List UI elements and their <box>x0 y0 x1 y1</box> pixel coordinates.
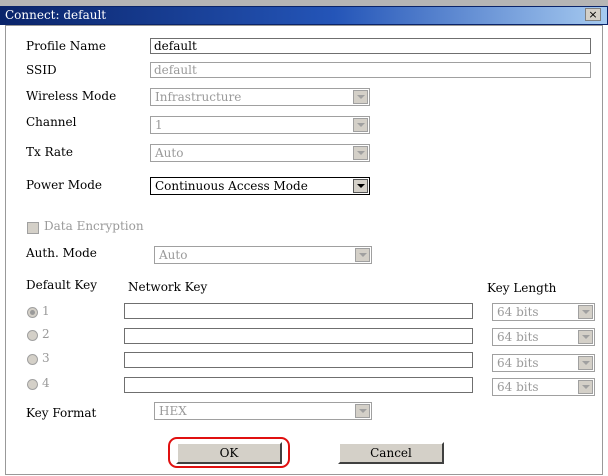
key-length-select-3[interactable]: 64 bits <box>492 354 595 372</box>
key-length-select-1[interactable]: 64 bits <box>492 303 595 321</box>
key-format-value: HEX <box>159 404 187 418</box>
cancel-button[interactable]: Cancel <box>338 442 444 464</box>
key-length-value-2: 64 bits <box>497 330 539 344</box>
power-mode-label: Power Mode <box>26 178 103 192</box>
auth-mode-value: Auto <box>159 248 188 262</box>
chevron-down-icon <box>357 123 365 127</box>
channel-value: 1 <box>155 118 163 132</box>
profile-name-input[interactable]: default <box>150 38 591 54</box>
channel-select[interactable]: 1 <box>150 116 370 134</box>
network-key-label: Network Key <box>128 280 208 294</box>
close-button[interactable]: × <box>585 8 601 21</box>
key-format-select[interactable]: HEX <box>154 402 372 420</box>
title-bar: Connect: default × <box>0 6 608 25</box>
dropdown-button[interactable] <box>578 356 593 370</box>
key-length-label: Key Length <box>487 281 557 295</box>
dropdown-button[interactable] <box>578 330 593 344</box>
key-index-1: 1 <box>42 304 50 318</box>
power-mode-value: Continuous Access Mode <box>155 179 308 193</box>
dropdown-button[interactable] <box>578 380 593 394</box>
default-key-label: Default Key <box>26 278 98 292</box>
key-length-value-3: 64 bits <box>497 356 539 370</box>
dropdown-button[interactable] <box>355 248 370 262</box>
wireless-mode-value: Infrastructure <box>155 90 242 104</box>
data-encryption-label: Data Encryption <box>44 219 144 233</box>
key-length-select-2[interactable]: 64 bits <box>492 328 595 346</box>
default-key-radio-2[interactable] <box>27 330 38 341</box>
chevron-down-icon <box>582 310 590 314</box>
tx-rate-select[interactable]: Auto <box>150 144 370 162</box>
default-key-radio-3[interactable] <box>27 354 38 365</box>
dropdown-button[interactable] <box>353 118 368 132</box>
key-format-label: Key Format <box>26 406 97 420</box>
chevron-down-icon <box>582 335 590 339</box>
chevron-down-icon <box>357 184 365 188</box>
network-key-input-2[interactable] <box>124 328 473 344</box>
chevron-down-icon <box>582 361 590 365</box>
dropdown-button[interactable] <box>578 305 593 319</box>
close-icon: × <box>588 8 598 21</box>
chevron-down-icon <box>357 151 365 155</box>
chevron-down-icon <box>359 409 367 413</box>
data-encryption-checkbox[interactable] <box>27 222 39 234</box>
tx-rate-label: Tx Rate <box>26 145 73 159</box>
chevron-down-icon <box>359 253 367 257</box>
auth-mode-select[interactable]: Auto <box>154 246 372 264</box>
network-key-input-4[interactable] <box>124 377 473 393</box>
chevron-down-icon <box>357 95 365 99</box>
key-index-3: 3 <box>42 351 50 365</box>
tx-rate-value: Auto <box>155 146 184 160</box>
default-key-radio-1[interactable] <box>27 307 38 318</box>
profile-name-label: Profile Name <box>26 39 106 53</box>
auth-mode-label: Auth. Mode <box>26 246 97 260</box>
radio-selected-dot <box>30 310 35 315</box>
default-key-radio-4[interactable] <box>27 379 38 390</box>
ok-button[interactable]: OK <box>176 442 282 464</box>
wireless-mode-label: Wireless Mode <box>26 89 117 103</box>
key-length-select-4[interactable]: 64 bits <box>492 378 595 396</box>
dropdown-button[interactable] <box>353 146 368 160</box>
key-length-value-1: 64 bits <box>497 305 539 319</box>
channel-label: Channel <box>26 115 77 129</box>
power-mode-select[interactable]: Continuous Access Mode <box>150 177 370 195</box>
ssid-input[interactable]: default <box>150 62 591 78</box>
key-length-value-4: 64 bits <box>497 380 539 394</box>
chevron-down-icon <box>582 385 590 389</box>
dropdown-button[interactable] <box>355 404 370 418</box>
ssid-label: SSID <box>26 63 57 77</box>
key-index-2: 2 <box>42 327 50 341</box>
dropdown-button[interactable] <box>353 179 368 193</box>
key-index-4: 4 <box>42 376 50 390</box>
network-key-input-1[interactable] <box>124 303 473 319</box>
network-key-input-3[interactable] <box>124 352 473 368</box>
wireless-mode-select[interactable]: Infrastructure <box>150 88 370 106</box>
window-title: Connect: default <box>5 8 107 22</box>
dropdown-button[interactable] <box>353 90 368 104</box>
